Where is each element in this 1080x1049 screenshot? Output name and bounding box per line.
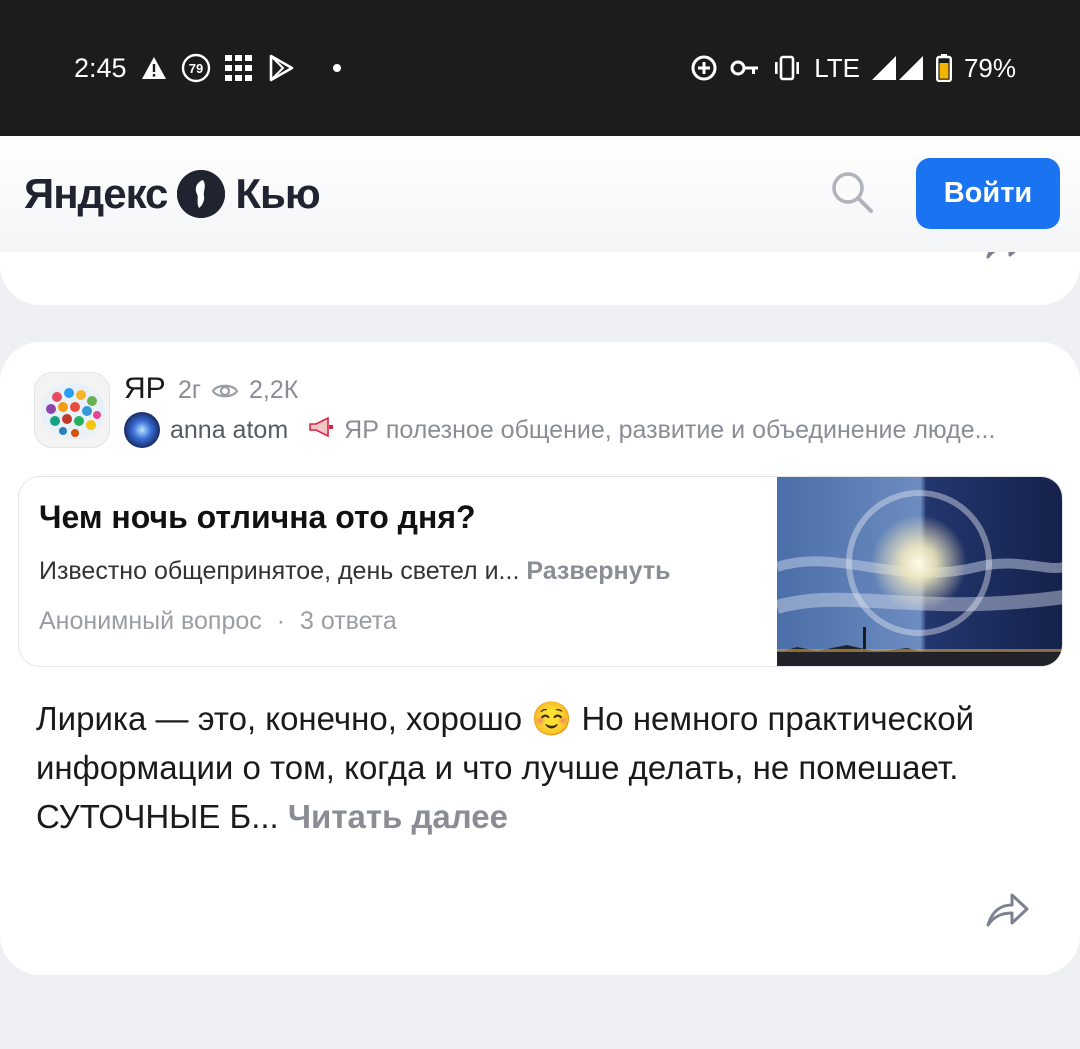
badge-79-icon: 79 [181,53,211,83]
battery-icon [935,54,952,82]
question-meta: Анонимный вопрос · 3 ответа [39,607,397,636]
meta-separator: · [276,607,286,635]
signal-icon [871,56,924,80]
logo-mark-icon [177,170,226,218]
question-card[interactable]: Чем ночь отлична ото дня? Известно общеп… [18,476,1063,667]
answer-excerpt[interactable]: Лирика — это, конечно, хорошо ☺️ Но немн… [36,694,1046,841]
status-bar: 2:45 79 LTE 79% [0,0,1080,136]
status-bar-left: 2:45 79 [74,48,341,88]
card-meta: 2г 2,2К [178,376,298,405]
expand-link[interactable]: Развернуть [526,557,670,585]
community-description: ЯР полезное общение, развитие и объедине… [344,415,996,444]
answers-count[interactable]: 3 ответа [300,607,397,635]
vibrate-icon [772,55,802,81]
grid-icon [224,55,253,81]
network-type: LTE [814,52,860,83]
author-avatar[interactable] [124,412,160,448]
question-image[interactable] [777,477,1062,666]
login-button[interactable]: Войти [916,158,1060,229]
megaphone-icon [308,415,334,445]
badge-number: 79 [188,61,202,76]
logo-text-q: Кью [235,170,320,217]
logo-text-yandex: Яндекс [24,170,168,217]
share-icon [986,893,1029,927]
question-excerpt-text: Известно общепринятое, день светел и... [39,557,520,585]
search-button[interactable] [828,168,876,216]
question-asker: Анонимный вопрос [39,607,262,635]
data-saver-icon [690,54,718,82]
author-row: anna atom ЯР полезное общение, развитие … [124,412,1044,448]
author-name[interactable]: anna atom [170,416,288,445]
share-button[interactable] [982,886,1032,932]
question-title[interactable]: Чем ночь отлична ото дня? [39,499,476,536]
alert-icon [141,56,167,80]
eye-icon [211,384,239,397]
read-more-link[interactable]: Читать далее [288,798,508,835]
battery-percent: 79% [963,52,1016,83]
search-icon [832,172,873,213]
clock: 2:45 [74,52,127,83]
play-store-icon [267,54,295,82]
feed-card: ЯР 2г 2,2К anna atom ЯР полезное общение… [0,342,1080,975]
dot-icon [332,64,341,72]
community-avatar[interactable] [34,372,110,448]
vpn-key-icon [730,59,760,77]
question-excerpt: Известно общепринятое, день светел и... … [39,557,670,586]
post-age: 2г [178,376,202,404]
yandex-q-logo[interactable]: Яндекс Кью [24,166,321,222]
app-header: Яндекс Кью Войти [0,136,1080,252]
status-bar-right: LTE 79% [690,48,1016,88]
community-name[interactable]: ЯР [124,372,166,406]
views-count: 2,2К [249,376,299,404]
